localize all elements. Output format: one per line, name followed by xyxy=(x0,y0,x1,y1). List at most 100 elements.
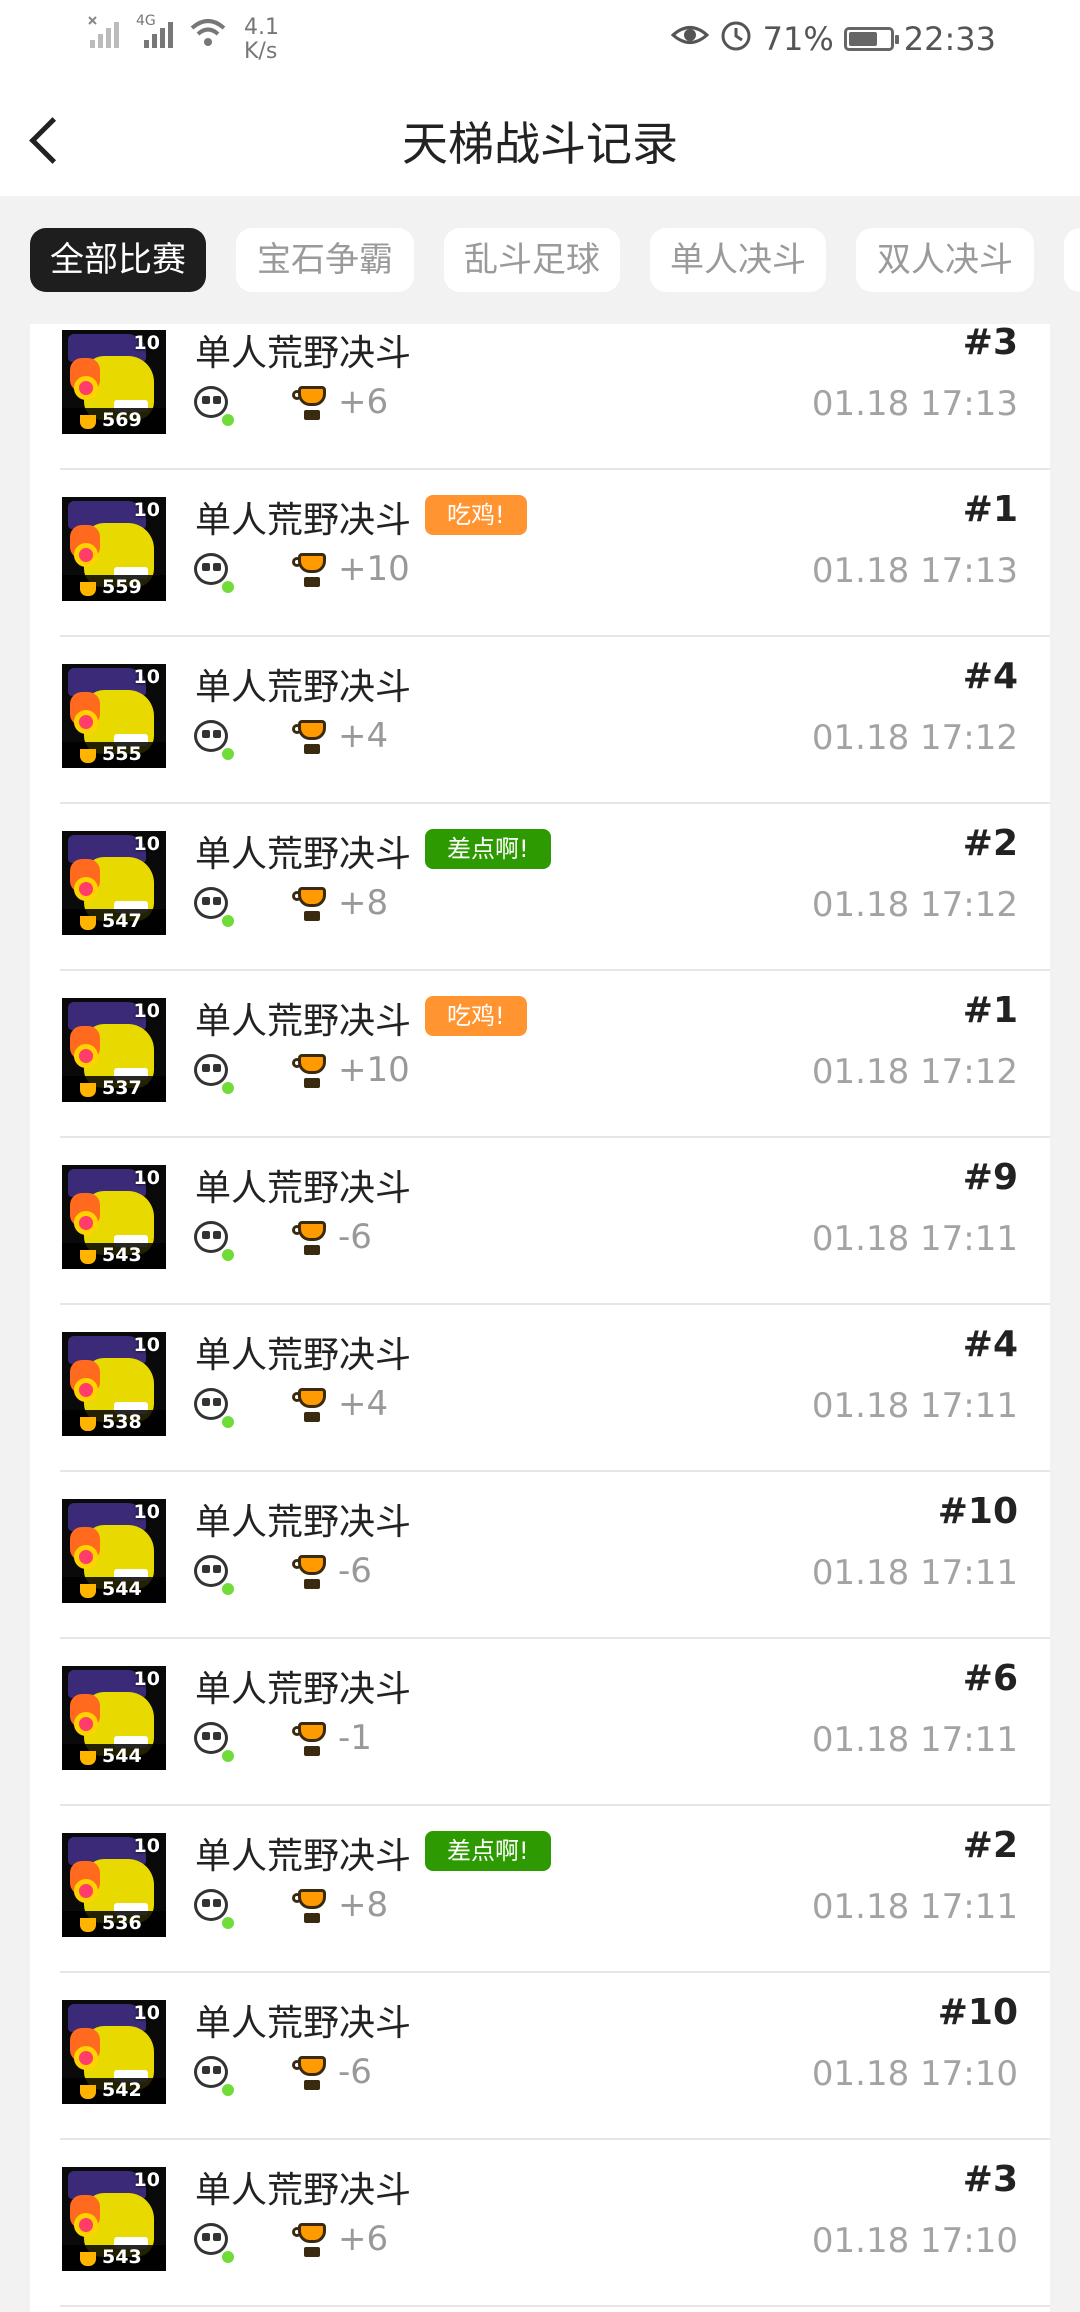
trophy-icon xyxy=(292,1388,330,1424)
result-badge: 吃鸡! xyxy=(425,495,527,535)
avatar-trophy-bar: 538 xyxy=(62,1410,166,1436)
brawler-avatar: 10 569 xyxy=(62,330,166,434)
skull-icon xyxy=(192,1052,236,1096)
record-row[interactable]: 10 555 单人荒野决斗 +4 #4 01.18 17:12 xyxy=(30,638,1050,804)
match-time: 01.18 17:11 xyxy=(811,1720,1018,1760)
record-row[interactable]: 10 547 单人荒野决斗 差点啊! +8 #2 01.18 17:12 xyxy=(30,805,1050,971)
filter-tabs: 全部比赛 宝石争霸 乱斗足球 单人决斗 双人决斗 xyxy=(0,196,1080,324)
result-badge: 差点啊! xyxy=(425,1831,551,1871)
speed-unit: K/s xyxy=(244,39,278,64)
brawler-trophies: 559 xyxy=(102,576,142,598)
status-left: 4G 4.1 K/s xyxy=(88,13,279,64)
rank: #1 xyxy=(962,489,1018,530)
match-time: 01.18 17:11 xyxy=(811,1553,1018,1593)
tab-all[interactable]: 全部比赛 xyxy=(30,228,206,292)
tab-duo-showdown[interactable]: 双人决斗 xyxy=(856,228,1034,292)
power-level: 10 xyxy=(133,833,160,855)
brawler-trophies: 547 xyxy=(102,910,142,932)
record-row[interactable]: 10 537 单人荒野决斗 吃鸡! +10 #1 01.18 17:12 xyxy=(30,972,1050,1138)
trophy-icon xyxy=(292,887,330,923)
header: 天梯战斗记录 xyxy=(0,80,1080,196)
avatar-eye xyxy=(74,2046,98,2070)
avatar-eye xyxy=(74,1378,98,1402)
status-bar: 4G 4.1 K/s 71% 22:33 xyxy=(0,0,1080,80)
rank: #3 xyxy=(962,2159,1018,2200)
skull-icon xyxy=(192,1553,236,1597)
record-row[interactable]: 10 543 单人荒野决斗 -6 #9 01.18 17:11 xyxy=(30,1139,1050,1305)
power-level: 10 xyxy=(133,1835,160,1857)
match-time: 01.18 17:11 xyxy=(811,1887,1018,1927)
result-badge: 差点啊! xyxy=(425,829,551,869)
speed-value: 4.1 xyxy=(244,15,279,40)
battery-icon xyxy=(843,27,899,51)
match-time: 01.18 17:10 xyxy=(811,2221,1018,2261)
trophy-icon xyxy=(292,553,330,589)
game-mode: 单人荒野决斗 xyxy=(195,333,412,374)
trophy-icon xyxy=(292,720,330,756)
match-time: 01.18 17:12 xyxy=(811,885,1018,925)
record-row[interactable]: 10 559 单人荒野决斗 吃鸡! +10 #1 01.18 17:13 xyxy=(30,471,1050,637)
brawler-trophies: 543 xyxy=(102,2246,142,2268)
trophy-icon xyxy=(80,749,96,763)
game-mode: 单人荒野决斗 xyxy=(195,1001,412,1042)
skull-icon xyxy=(192,2221,236,2265)
skull-icon xyxy=(192,1219,236,1263)
avatar-trophy-bar: 569 xyxy=(62,408,166,434)
row-divider xyxy=(60,1637,1050,1639)
game-mode: 单人荒野决斗 xyxy=(195,1335,412,1376)
brawler-trophies: 543 xyxy=(102,1244,142,1266)
rank: #4 xyxy=(962,1324,1018,1365)
brawler-avatar: 10 544 xyxy=(62,1666,166,1770)
row-divider xyxy=(60,1971,1050,1973)
network-speed: 4.1 K/s xyxy=(244,16,279,64)
battery-percent: 71% xyxy=(762,20,834,58)
avatar-trophy-bar: 536 xyxy=(62,1911,166,1937)
record-row[interactable]: 10 538 单人荒野决斗 +4 #4 01.18 17:11 xyxy=(30,1306,1050,1472)
row-divider xyxy=(60,468,1050,470)
brawler-trophies: 538 xyxy=(102,1411,142,1433)
game-mode: 单人荒野决斗 xyxy=(195,1836,412,1877)
game-mode: 单人荒野决斗 xyxy=(195,1669,412,1710)
brawler-trophies: 536 xyxy=(102,1912,142,1934)
row-divider xyxy=(60,969,1050,971)
trophy-icon xyxy=(80,1417,96,1431)
battle-record-list[interactable]: 10 569 单人荒野决斗 +6 #3 01.18 17:13 10 559 单人荒野决斗 吃鸡!… xyxy=(30,324,1050,2312)
record-row[interactable]: 10 544 单人荒野决斗 -6 #10 01.18 17:11 xyxy=(30,1473,1050,1639)
brawler-trophies: 542 xyxy=(102,2079,142,2101)
power-level: 10 xyxy=(133,1501,160,1523)
trophy-change: -6 xyxy=(338,1217,372,1257)
game-mode: 单人荒野决斗 xyxy=(195,1168,412,1209)
brawler-avatar: 10 538 xyxy=(62,1332,166,1436)
tab-brawl-ball[interactable]: 乱斗足球 xyxy=(444,228,620,292)
game-mode: 单人荒野决斗 xyxy=(195,500,412,541)
skull-icon xyxy=(192,1386,236,1430)
trophy-icon xyxy=(292,1221,330,1257)
record-row[interactable]: 10 542 单人荒野决斗 -6 #10 01.18 17:10 xyxy=(30,1974,1050,2140)
tab-solo-showdown[interactable]: 单人决斗 xyxy=(650,228,826,292)
trophy-change: -1 xyxy=(338,1718,372,1758)
skull-icon xyxy=(192,2054,236,2098)
tab-more[interactable] xyxy=(1064,228,1080,292)
trophy-change: +8 xyxy=(338,883,389,923)
record-row[interactable]: 10 569 单人荒野决斗 +6 #3 01.18 17:13 xyxy=(30,324,1050,470)
trophy-icon xyxy=(292,1555,330,1591)
record-row[interactable]: 10 544 单人荒野决斗 -1 #6 01.18 17:11 xyxy=(30,1640,1050,1806)
trophy-icon xyxy=(292,1889,330,1925)
network-type: 4G xyxy=(136,13,156,29)
avatar-eye xyxy=(74,543,98,567)
trophy-icon xyxy=(80,415,96,429)
avatar-eye xyxy=(74,1545,98,1569)
record-row[interactable]: 10 536 单人荒野决斗 差点啊! +8 #2 01.18 17:11 xyxy=(30,1807,1050,1973)
avatar-eye xyxy=(74,1712,98,1736)
brawler-avatar: 10 544 xyxy=(62,1499,166,1603)
trophy-change: +10 xyxy=(338,549,410,589)
record-row[interactable]: 10 543 单人荒野决斗 +6 #3 01.18 17:10 xyxy=(30,2141,1050,2307)
avatar-trophy-bar: 543 xyxy=(62,2245,166,2271)
skull-icon xyxy=(192,885,236,929)
battery-fill xyxy=(848,32,877,46)
skull-icon xyxy=(192,1887,236,1931)
avatar-eye xyxy=(74,1211,98,1235)
avatar-eye xyxy=(74,376,98,400)
row-divider xyxy=(60,1136,1050,1138)
tab-gem-grab[interactable]: 宝石争霸 xyxy=(236,228,414,292)
